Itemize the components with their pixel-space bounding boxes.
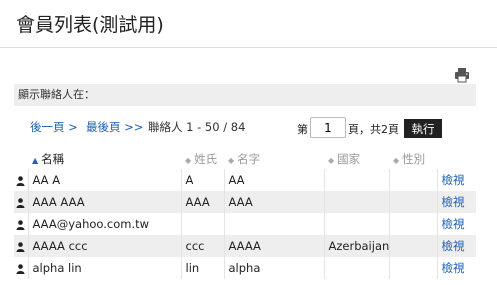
person-icon — [14, 191, 28, 213]
page-number-input[interactable] — [310, 117, 346, 138]
header-country[interactable]: ◆ 國家 — [324, 148, 389, 169]
cell-gender — [388, 235, 437, 257]
cell-name: AAA AAA — [27, 191, 181, 213]
table-row: AAA@yahoo.com.tw 檢視 — [14, 213, 476, 235]
filter-bar: 顯示聯絡人在： — [14, 84, 476, 106]
view-link[interactable]: 檢視 — [436, 257, 476, 279]
cell-gender — [388, 169, 437, 191]
person-icon — [14, 235, 28, 257]
cell-last-name: lin — [180, 257, 224, 279]
cell-first-name: AA — [223, 169, 324, 191]
view-link[interactable]: 檢視 — [436, 213, 476, 235]
cell-first-name: AAA — [223, 191, 324, 213]
contact-count: 聯絡人 1 - 50 / 84 — [148, 120, 246, 134]
sort-icon: ◆ — [228, 155, 235, 165]
printer-icon[interactable] — [454, 67, 470, 83]
table-header-row: ▲ 名稱 ◆ 姓氏 ◆ 名字 ◆ 國家 ◆ 性別 — [14, 148, 476, 169]
cell-name: AAAA ccc — [27, 235, 181, 257]
cell-first-name: AAAA — [223, 235, 324, 257]
cell-country — [323, 213, 389, 235]
page-prefix: 第 — [297, 122, 308, 136]
sort-asc-icon: ▲ — [32, 155, 39, 165]
execute-button[interactable]: 執行 — [404, 119, 442, 138]
cell-last-name: ccc — [180, 235, 224, 257]
table-row: AA A A AA 檢視 — [14, 169, 476, 191]
sort-icon: ◆ — [185, 155, 192, 165]
cell-name: AAA@yahoo.com.tw — [27, 213, 181, 235]
view-link[interactable]: 檢視 — [436, 235, 476, 257]
page-jump: 第 頁，共2頁 — [297, 117, 399, 138]
person-icon — [14, 169, 28, 191]
cell-name: alpha lin — [27, 257, 181, 279]
cell-last-name: A — [180, 169, 224, 191]
header-last-name[interactable]: ◆ 姓氏 — [181, 148, 224, 169]
person-icon — [14, 213, 28, 235]
sort-icon: ◆ — [393, 155, 400, 165]
last-page-link[interactable]: 最後頁 >> — [86, 119, 143, 135]
cell-country: Azerbaijan — [323, 235, 389, 257]
header-name[interactable]: ▲ 名稱 — [28, 148, 181, 169]
cell-first-name: alpha — [223, 257, 324, 279]
cell-country — [323, 169, 389, 191]
view-link[interactable]: 檢視 — [436, 191, 476, 213]
table-row: alpha lin lin alpha 檢視 — [14, 257, 476, 279]
sort-icon: ◆ — [328, 155, 335, 165]
cell-country — [323, 257, 389, 279]
divider — [0, 47, 497, 48]
header-gender[interactable]: ◆ 性別 — [389, 148, 437, 169]
cell-gender — [388, 191, 437, 213]
cell-name: AA A — [27, 169, 181, 191]
cell-country — [323, 191, 389, 213]
cell-last-name — [180, 213, 224, 235]
cell-gender — [388, 257, 437, 279]
contact-table: ▲ 名稱 ◆ 姓氏 ◆ 名字 ◆ 國家 ◆ 性別 AA A A AA 檢視 AAA AAA AAA A… — [14, 148, 476, 279]
next-page-link[interactable]: 後一頁 > — [30, 119, 78, 135]
cell-gender — [388, 213, 437, 235]
page-title: 會員列表(測試用) — [16, 14, 164, 36]
table-row: AAAA ccc ccc AAAA Azerbaijan 檢視 — [14, 235, 476, 257]
cell-last-name: AAA — [180, 191, 224, 213]
header-first-name[interactable]: ◆ 名字 — [224, 148, 324, 169]
cell-first-name — [223, 213, 324, 235]
person-icon — [14, 257, 28, 279]
icon-header — [14, 148, 28, 169]
page-suffix: 頁，共2頁 — [348, 122, 399, 136]
header-actions — [437, 148, 476, 169]
view-link[interactable]: 檢視 — [436, 169, 476, 191]
table-row: AAA AAA AAA AAA 檢視 — [14, 191, 476, 213]
